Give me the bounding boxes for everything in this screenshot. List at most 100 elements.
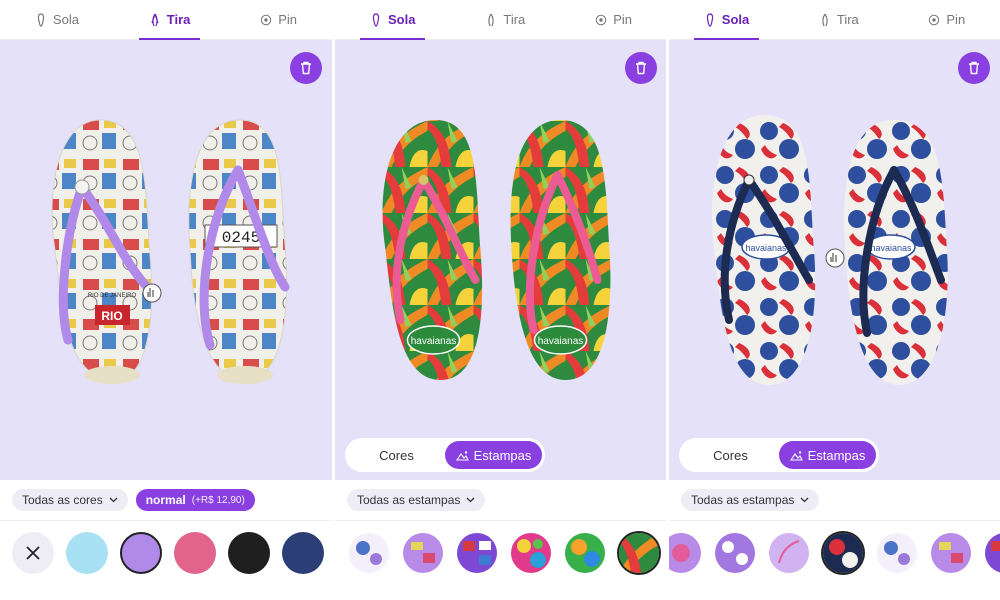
color-swatch[interactable] — [66, 531, 108, 574]
chip-price: (+R$ 12,90) — [191, 494, 245, 506]
image-icon — [455, 450, 469, 461]
chevron-down-icon — [466, 497, 475, 503]
customizer-panel-hibiscus: Sola Tira Pin havaianas havaianas Cores … — [669, 0, 1000, 600]
color-swatch[interactable] — [174, 531, 216, 574]
brand-logo-text: havaianas — [538, 336, 584, 347]
tab-tira[interactable]: Tira — [809, 0, 869, 40]
toggle-label: Estampas — [473, 447, 532, 463]
sole-icon — [37, 12, 45, 27]
tab-label: Pin — [946, 12, 966, 27]
tab-bar: Sola Tira Pin — [335, 0, 667, 40]
brand-logo-text: havaianas — [411, 336, 457, 347]
print-swatch[interactable] — [715, 532, 755, 573]
trash-icon — [301, 61, 311, 75]
color-swatch[interactable] — [120, 531, 162, 574]
flip-flop-pair[interactable]: RIO RIO DE JANEIRO 0245 — [0, 75, 332, 395]
tab-sola[interactable]: Sola — [693, 0, 760, 40]
sole-icon — [706, 12, 713, 27]
toggle-cores[interactable]: Cores — [682, 441, 779, 469]
filter-all-colors[interactable]: Todas as cores — [12, 489, 128, 511]
tab-pin[interactable]: Pin — [918, 0, 975, 40]
toggle-label: Estampas — [807, 447, 866, 463]
tab-label: Pin — [278, 12, 298, 27]
color-swatch[interactable] — [228, 531, 270, 574]
tab-tira[interactable]: Tira — [138, 0, 201, 40]
flip-flop-pair[interactable]: havaianas havaianas — [335, 75, 667, 395]
pin-icon — [929, 14, 940, 25]
toggle-cores[interactable]: Cores — [348, 441, 445, 469]
tab-bar: Sola Tira Pin — [0, 0, 332, 40]
left-sandal: havaianas — [382, 120, 483, 380]
flip-flop-pair[interactable]: havaianas havaianas — [669, 75, 1000, 395]
strap-icon — [822, 13, 828, 26]
left-sandal: RIO RIO DE JANEIRO — [51, 119, 155, 384]
cores-estampas-toggle: Cores Estampas — [679, 438, 879, 472]
image-icon — [789, 450, 803, 461]
product-preview: havaianas havaianas Cores Estampas — [335, 40, 667, 480]
print-swatch[interactable] — [349, 532, 389, 573]
tab-label: Tira — [503, 12, 526, 27]
left-sandal: havaianas — [712, 115, 816, 385]
toggle-estampas[interactable]: Estampas — [445, 441, 542, 469]
print-swatch-selected[interactable] — [823, 532, 863, 573]
brand-logo-text: havaianas — [870, 243, 912, 253]
filter-all-prints[interactable]: Todas as estampas — [681, 489, 820, 511]
print-swatch-row — [669, 520, 1000, 584]
print-swatch[interactable] — [511, 532, 551, 573]
print-swatch[interactable] — [403, 532, 443, 573]
tab-label: Sola — [387, 12, 416, 27]
chevron-down-icon — [800, 497, 809, 503]
right-sandal: havaianas — [510, 120, 611, 380]
close-icon — [26, 545, 40, 560]
print-swatch[interactable] — [931, 532, 971, 573]
print-swatch[interactable] — [457, 532, 497, 573]
print-swatch[interactable] — [769, 532, 809, 573]
color-swatch[interactable] — [282, 531, 324, 574]
tab-label: Pin — [613, 12, 633, 27]
color-swatch-row — [0, 520, 332, 584]
print-swatch-selected[interactable] — [619, 532, 659, 573]
chip-label: normal — [145, 493, 186, 507]
toggle-label: Cores — [713, 447, 748, 463]
toggle-estampas[interactable]: Estampas — [779, 441, 876, 469]
chip-label: Todas as estampas — [691, 493, 795, 507]
brand-logo-text: havaianas — [745, 243, 787, 253]
drag-hand-icon[interactable] — [142, 283, 162, 303]
tab-sola[interactable]: Sola — [359, 0, 426, 40]
chevron-down-icon — [109, 497, 118, 503]
print-swatch[interactable] — [877, 532, 917, 573]
filter-all-prints[interactable]: Todas as estampas — [347, 489, 486, 511]
print-swatch[interactable] — [565, 532, 605, 573]
print-swatch-row — [335, 520, 667, 584]
customizer-panel-tropical: Sola Tira Pin havaianas havaianas Cores … — [335, 0, 667, 600]
chip-label: Todas as cores — [22, 493, 103, 507]
filter-row: Todas as cores normal (+R$ 12,90) — [12, 488, 332, 512]
clear-color-button[interactable] — [12, 531, 54, 574]
drag-hand-icon[interactable] — [825, 248, 845, 268]
print-swatch[interactable] — [985, 532, 1000, 573]
product-preview: RIO RIO DE JANEIRO 0245 — [0, 40, 332, 480]
tab-tira[interactable]: Tira — [475, 0, 535, 40]
pin-icon — [261, 14, 272, 25]
filter-row: Todas as estampas — [681, 488, 1000, 512]
strap-icon — [488, 13, 495, 26]
tab-label: Sola — [721, 12, 750, 27]
trash-icon — [636, 61, 646, 75]
tab-label: Sola — [52, 12, 79, 27]
tab-pin[interactable]: Pin — [250, 0, 307, 40]
postcard-number-text: 0245 — [222, 229, 260, 247]
product-preview: havaianas havaianas Cores Estampas — [669, 40, 1000, 480]
cores-estampas-toggle: Cores Estampas — [345, 438, 545, 472]
toggle-label: Cores — [379, 447, 414, 463]
filter-row: Todas as estampas — [347, 488, 667, 512]
tab-pin[interactable]: Pin — [585, 0, 642, 40]
tab-bar: Sola Tira Pin — [669, 0, 1000, 40]
filter-normal[interactable]: normal (+R$ 12,90) — [135, 489, 255, 511]
tab-label: Tira — [166, 12, 191, 27]
pin-icon — [595, 14, 607, 25]
tab-sola[interactable]: Sola — [25, 0, 89, 40]
sole-icon — [372, 12, 380, 27]
postcard-city-text: RIO DE JANEIRO — [88, 293, 137, 299]
print-swatch[interactable] — [669, 532, 701, 573]
right-sandal: 0245 — [188, 119, 290, 384]
